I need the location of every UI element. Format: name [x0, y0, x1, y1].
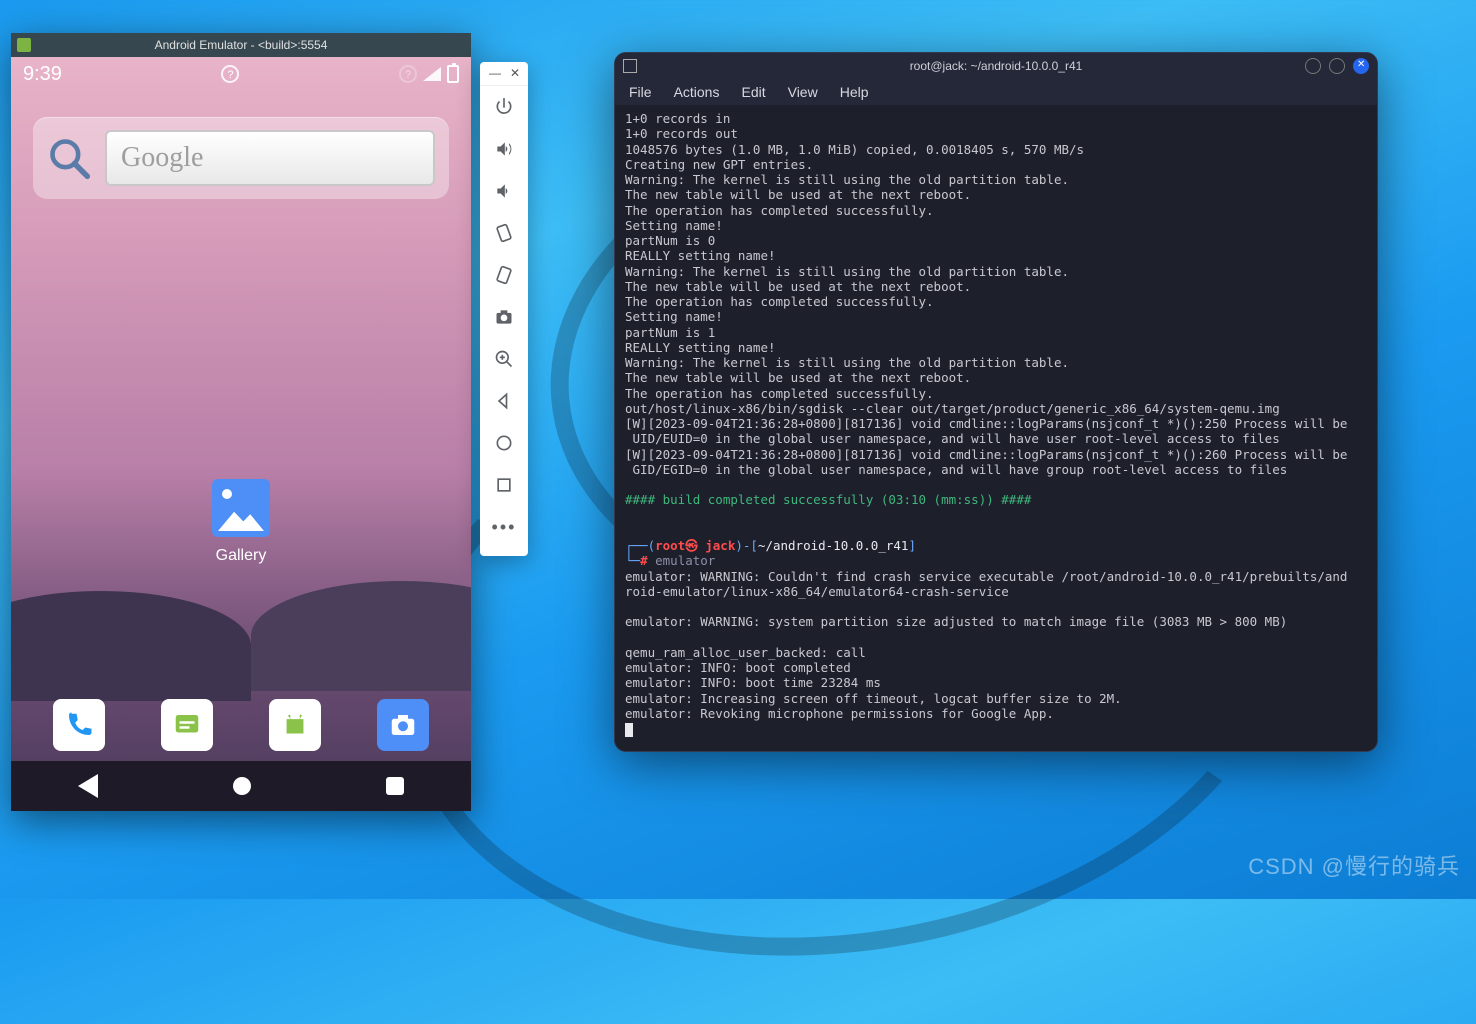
phone-app[interactable]: [53, 699, 105, 751]
camera-app[interactable]: [377, 699, 429, 751]
titlebar-close-icon[interactable]: [1353, 58, 1369, 74]
android-navbar: [11, 761, 471, 811]
terminal-titlebar[interactable]: root@jack: ~/android-10.0.0_r41: [615, 53, 1377, 79]
nav-back-button[interactable]: [78, 774, 98, 798]
close-button[interactable]: ✕: [507, 66, 523, 82]
terminal-output[interactable]: 1+0 records in 1+0 records out 1048576 b…: [615, 105, 1377, 751]
messaging-app[interactable]: [161, 699, 213, 751]
wallpaper-hill: [11, 591, 251, 701]
app-dock: [11, 699, 471, 751]
terminal-window: root@jack: ~/android-10.0.0_r41 File Act…: [614, 52, 1378, 752]
zoom-button[interactable]: [480, 338, 528, 380]
menu-view[interactable]: View: [788, 84, 818, 100]
nav-recent-button[interactable]: [386, 777, 404, 795]
emulator-toolbar: — ✕ •••: [480, 62, 528, 556]
menu-help[interactable]: Help: [840, 84, 869, 100]
more-button[interactable]: •••: [480, 506, 528, 548]
gallery-label: Gallery: [212, 547, 270, 565]
google-search-widget[interactable]: Google: [33, 117, 449, 199]
titlebar-min-icon[interactable]: [1305, 58, 1321, 74]
wallpaper-hill: [251, 581, 471, 691]
emulator-titlebar[interactable]: Android Emulator - <build>:5554: [11, 33, 471, 57]
gallery-app[interactable]: Gallery: [212, 479, 270, 565]
phone-screen[interactable]: 9:39 ? ? Google Gallery: [11, 57, 471, 811]
volume-down-button[interactable]: [480, 170, 528, 212]
android-emulator-window: Android Emulator - <build>:5554 9:39 ? ?…: [11, 33, 471, 811]
overview-button[interactable]: [480, 464, 528, 506]
search-placeholder: Google: [121, 142, 203, 174]
power-button[interactable]: [480, 86, 528, 128]
menu-actions[interactable]: Actions: [674, 84, 720, 100]
rotate-left-button[interactable]: [480, 212, 528, 254]
signal-icon: [423, 67, 441, 81]
gallery-icon: [212, 479, 270, 537]
emulator-title: Android Emulator - <build>:5554: [155, 38, 328, 52]
minimize-button[interactable]: —: [487, 66, 503, 82]
android-icon: [17, 38, 31, 52]
rotate-right-button[interactable]: [480, 254, 528, 296]
wifi-icon: ?: [399, 65, 417, 83]
search-input[interactable]: Google: [105, 130, 435, 186]
screenshot-button[interactable]: [480, 296, 528, 338]
battery-icon: [447, 65, 459, 83]
titlebar-max-icon[interactable]: [1329, 58, 1345, 74]
wifi-help-icon: ?: [221, 65, 239, 83]
status-time: 9:39: [23, 63, 62, 86]
volume-up-button[interactable]: [480, 128, 528, 170]
search-icon: [47, 136, 91, 180]
menu-file[interactable]: File: [629, 84, 652, 100]
terminal-icon: [623, 59, 637, 73]
nav-home-button[interactable]: [233, 777, 251, 795]
terminal-menu: File Actions Edit View Help: [615, 79, 1377, 105]
status-bar: 9:39 ? ?: [11, 57, 471, 91]
watermark: CSDN @慢行的骑兵: [1248, 849, 1460, 881]
menu-edit[interactable]: Edit: [741, 84, 765, 100]
home-button[interactable]: [480, 422, 528, 464]
back-button[interactable]: [480, 380, 528, 422]
terminal-title: root@jack: ~/android-10.0.0_r41: [910, 59, 1083, 73]
android-app[interactable]: [269, 699, 321, 751]
